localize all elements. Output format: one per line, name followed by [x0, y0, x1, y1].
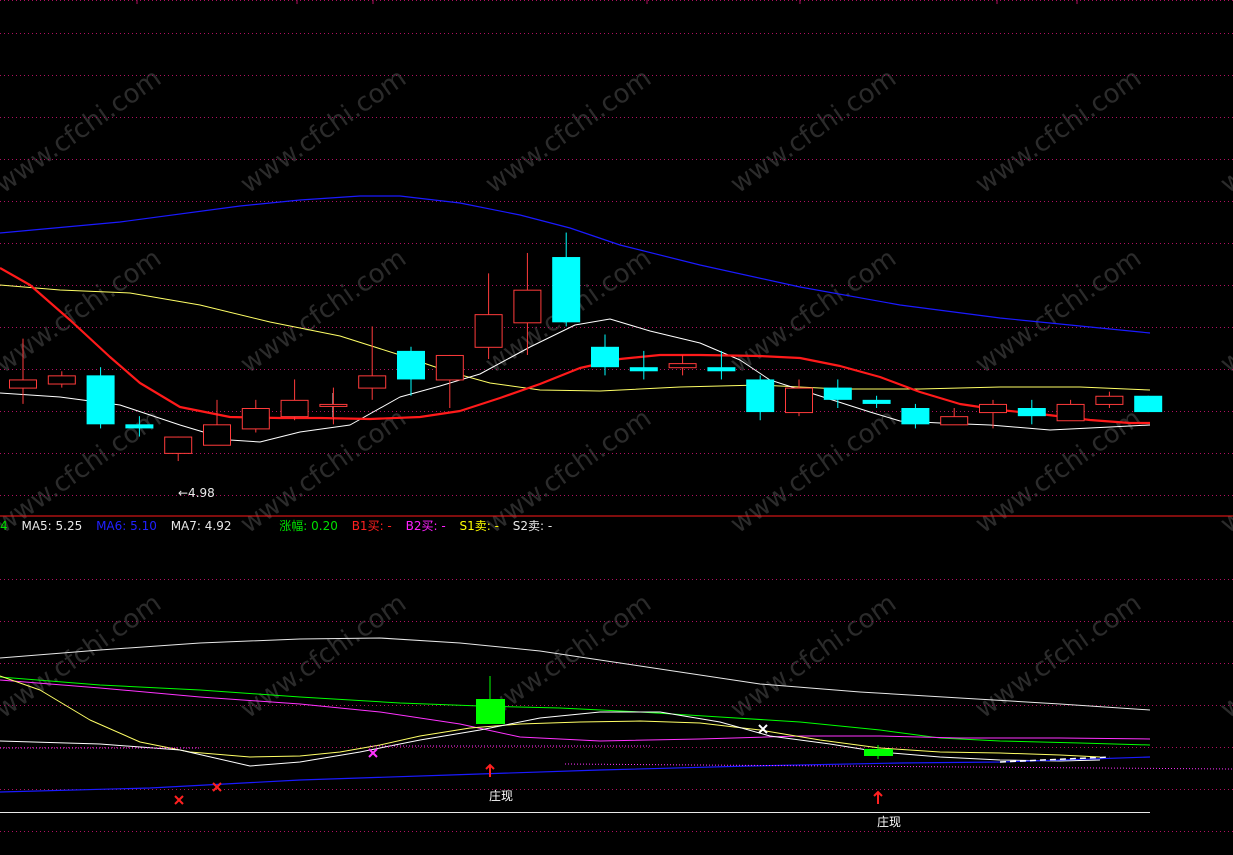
candle-body [319, 403, 348, 407]
legend-zhangfu: 涨幅: 0.20 [279, 519, 338, 533]
candle-body [629, 367, 658, 372]
candle [901, 403, 930, 429]
lower-green-bar [476, 699, 505, 724]
indicator-legend: 4 MA5: 5.25 MA6: 5.10 MA7: 4.92 涨幅: 0.20… [0, 517, 562, 533]
chart-canvas: ←4.98 庄现 庄现 [0, 0, 1233, 832]
candle [591, 334, 619, 376]
lower-green-line [0, 676, 1151, 746]
annotation-zhuangxian-1: 庄现 [489, 788, 513, 803]
candle [862, 395, 891, 408]
candle [86, 367, 115, 429]
candle-body [1095, 395, 1124, 405]
candle [474, 273, 503, 360]
lower-green-bar [864, 749, 893, 756]
candle-body [474, 314, 503, 348]
candle-body [203, 424, 231, 446]
candle-body [901, 408, 930, 425]
candle [1134, 395, 1163, 413]
candle-body [940, 416, 969, 426]
candle-body [1056, 403, 1085, 422]
candle [47, 371, 76, 388]
candle [241, 399, 270, 433]
candle-body [668, 363, 697, 369]
candle [785, 379, 813, 417]
candle-body [280, 399, 309, 418]
candle [1056, 399, 1085, 422]
legend-ma6: MA6: 5.10 [96, 519, 157, 533]
candle-body [707, 367, 736, 372]
candle [668, 354, 697, 376]
candle [1017, 399, 1046, 425]
lower-blue-line [0, 756, 1151, 793]
candle-body [164, 436, 193, 454]
candle [125, 416, 154, 437]
legend-ma5: MA5: 5.25 [21, 519, 83, 533]
candle [940, 408, 969, 426]
candle [358, 326, 387, 400]
candle [435, 354, 464, 408]
candle [823, 379, 852, 408]
candle-body [785, 387, 813, 414]
lower-magenta-line [0, 679, 1151, 742]
candle [746, 375, 775, 421]
legend-item: 4 [0, 519, 8, 533]
annotation-zhuangxian-2: 庄现 [877, 814, 901, 829]
candle [164, 436, 193, 462]
candle [203, 399, 231, 446]
candle-body [397, 350, 425, 380]
candle-body [979, 403, 1007, 414]
candlestick-series [9, 232, 1163, 462]
candle-body [47, 375, 76, 385]
candle [1095, 391, 1124, 408]
candle-body [1134, 395, 1163, 413]
lower-indicator-panel [0, 637, 1233, 813]
legend-s2: S2卖: - [512, 519, 553, 533]
candle-body [1017, 408, 1046, 417]
candle-body [823, 387, 852, 400]
candle-body [241, 408, 270, 430]
candle-body [591, 346, 619, 368]
candle-body [125, 424, 154, 429]
ma-white-line [0, 318, 1151, 443]
candle-body [86, 375, 115, 425]
candle [552, 232, 581, 327]
candle-body [862, 399, 891, 404]
candle [397, 346, 425, 396]
candle-body [746, 379, 775, 413]
legend-b1: B1买: - [351, 519, 392, 533]
legend-ma7: MA7: 4.92 [170, 519, 232, 533]
candle-body [435, 354, 464, 381]
legend-s1: S1卖: - [459, 519, 499, 533]
candle [513, 252, 542, 355]
candle-body [9, 379, 37, 389]
candle-body [358, 375, 387, 389]
lower-white-top [0, 637, 1151, 711]
legend-b2: B2买: - [405, 519, 446, 533]
candle-body [552, 257, 581, 323]
candle [979, 399, 1007, 429]
low-price-label: ←4.98 [178, 486, 215, 500]
candle-body [513, 289, 542, 324]
candle [280, 379, 309, 421]
